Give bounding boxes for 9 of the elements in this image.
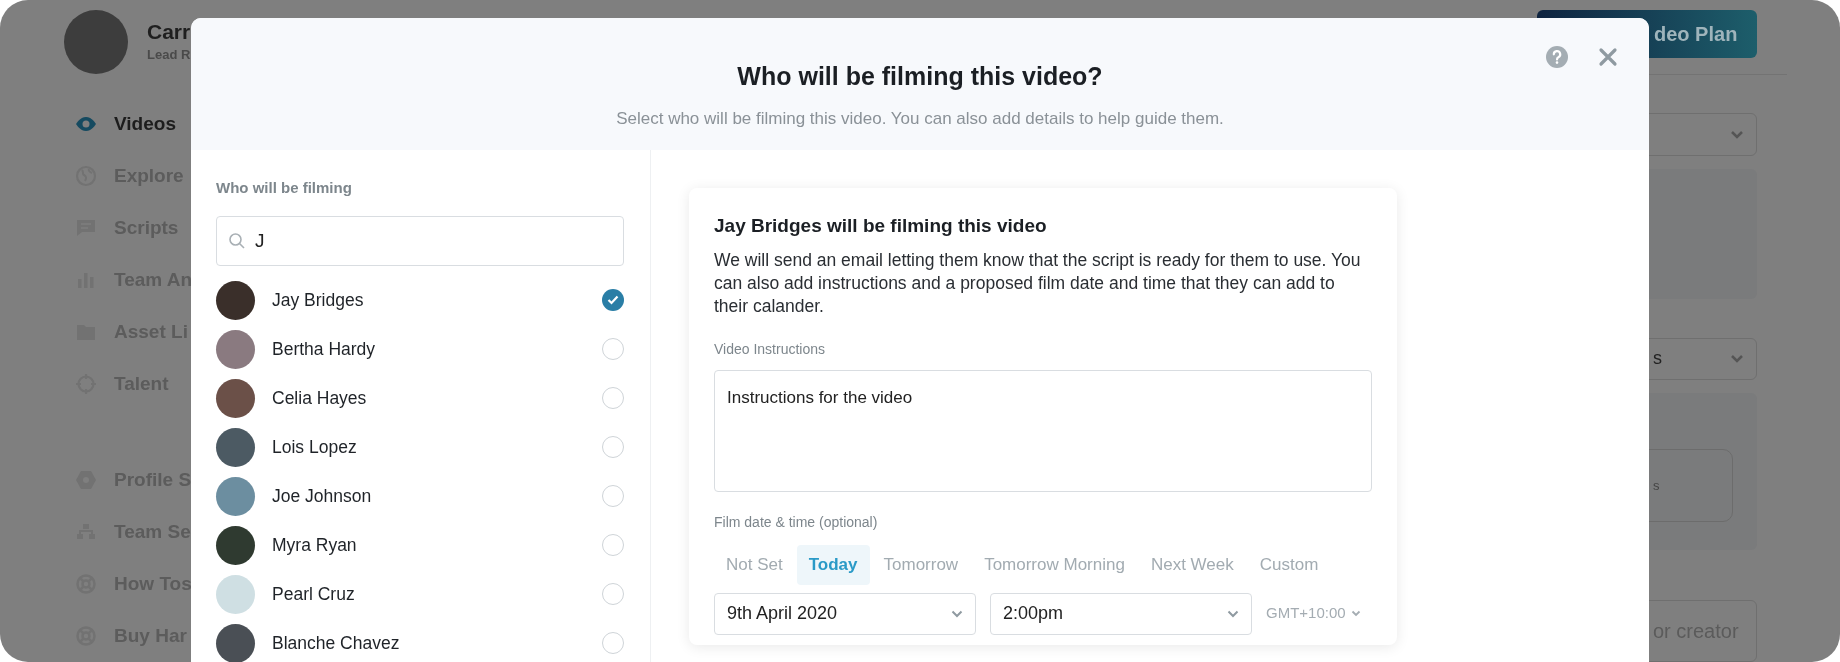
user-name: Carr <box>147 19 191 46</box>
section-label: Who will be filming <box>216 178 353 198</box>
dropdown-value: s <box>1653 347 1663 371</box>
field-label: Video Instructions <box>714 339 827 359</box>
card-description: We will send an email letting them know that the script is ready for them to use. You can also add instructions and a proposed film date and time that they can add to their calander. <box>714 248 1362 318</box>
modal-title: Who will be filming this video? <box>737 61 1103 92</box>
modal-subtitle: Select who will be filming this video. You can also add details to help guide them. <box>616 107 1224 130</box>
card-title: Jay Bridges will be filming this video <box>714 214 1048 238</box>
field-label: Film date & time (optional) <box>714 512 879 532</box>
